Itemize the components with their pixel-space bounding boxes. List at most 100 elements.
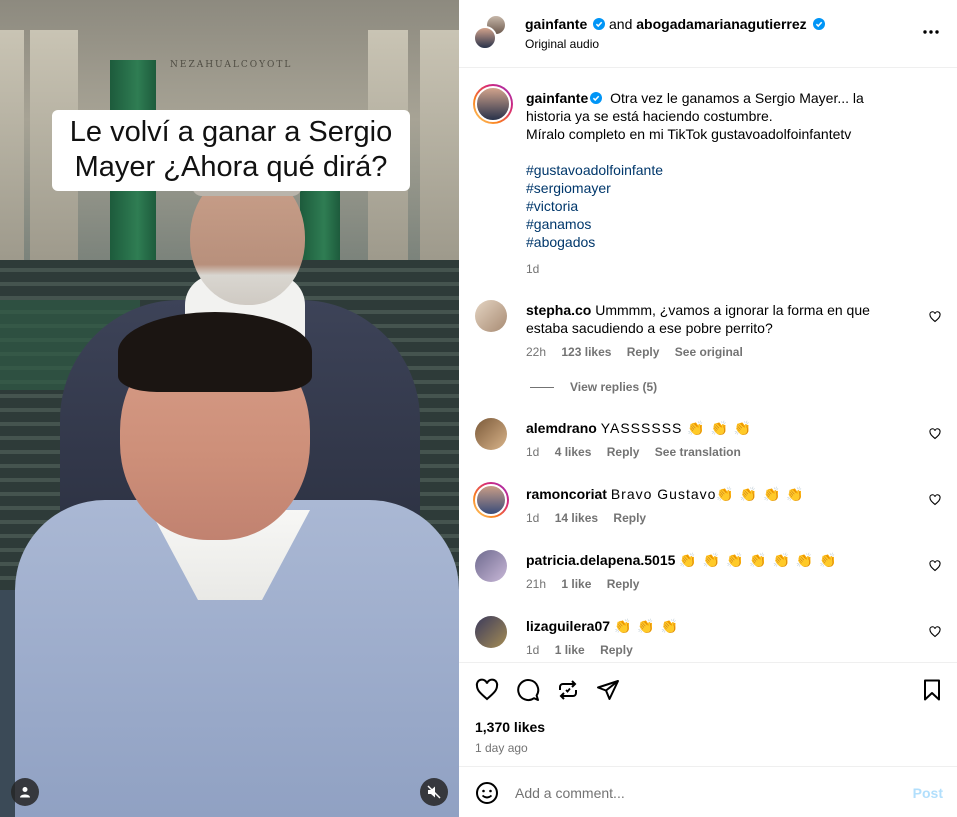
avatar[interactable] [475,300,507,332]
post-comment-button[interactable]: Post [913,785,943,801]
reply-button[interactable]: Reply [613,511,646,525]
like-comment-heart-icon[interactable] [929,626,941,638]
likes-count[interactable]: 14 likes [555,511,598,525]
add-comment-bar: Post [459,766,957,817]
caption-text: gainfante Otra vez le ganamos a Sergio M… [526,89,906,251]
like-comment-heart-icon[interactable] [929,494,941,506]
username-link[interactable]: lizaguilera07 [526,618,610,634]
avatar[interactable] [473,482,509,518]
repost-icon[interactable] [556,678,580,702]
post-caption: gainfante Otra vez le ganamos a Sergio M… [473,84,941,278]
caption-meta: 1d [526,262,551,276]
comment-text: alemdrano YASSSSSS 👏 👏 👏 [526,419,906,437]
post-details-pane: gainfante and abogadamarianagutierrez Or… [459,0,957,817]
username-link[interactable]: ramoncoriat [526,486,607,502]
view-replies-button[interactable]: View replies (5) [530,380,657,394]
instagram-post-view: NEZAHUALCOYOTL Le volví a ganar a Sergio… [0,0,957,817]
like-comment-heart-icon[interactable] [929,311,941,323]
comment-text: stepha.co Ummmm, ¿vamos a ignorar la for… [526,301,896,337]
hashtag-link[interactable]: #ganamos [526,215,906,233]
comment-meta: 22h 123 likes Reply See original [526,345,755,359]
foreground-person-hair [118,312,312,392]
like-comment-heart-icon[interactable] [929,560,941,572]
username-link[interactable]: gainfante [526,90,588,106]
post-timestamp[interactable]: 1 day ago [475,741,528,755]
comment-item: stepha.co Ummmm, ¿vamos a ignorar la for… [475,300,941,410]
avatar[interactable] [475,616,507,648]
avatar[interactable] [475,550,507,582]
emoji-picker-icon[interactable] [475,781,499,805]
timestamp[interactable]: 1d [526,262,539,276]
comment-meta: 1d 4 likes Reply See translation [526,445,753,459]
video-caption-overlay: Le volví a ganar a Sergio Mayer ¿Ahora q… [52,110,410,191]
comment-input[interactable] [515,781,895,805]
collab-usernames: gainfante and abogadamarianagutierrez [525,16,825,32]
reply-button[interactable]: Reply [600,643,633,657]
comments-section[interactable]: gainfante Otra vez le ganamos a Sergio M… [459,68,957,662]
username-link[interactable]: alemdrano [526,420,597,436]
likes-count[interactable]: 1 like [561,577,591,591]
comment-item: lizaguilera07 👏 👏 👏 1d 1 like Reply [475,616,941,662]
reply-button[interactable]: Reply [607,445,640,459]
likes-count[interactable]: 4 likes [555,445,592,459]
post-video[interactable]: NEZAHUALCOYOTL Le volví a ganar a Sergio… [0,0,459,817]
verified-badge-icon [593,18,606,30]
caption-body-line2: Míralo completo en mi TikTok gustavoadol… [526,126,852,142]
bookmark-icon[interactable] [920,678,944,702]
hashtag-link[interactable]: #abogados [526,233,906,251]
comment-body: YASSSSSS 👏 👏 👏 [600,420,753,436]
username-link[interactable]: patricia.delapena.5015 [526,552,675,568]
likes-count[interactable]: 1 like [555,643,585,657]
mute-button[interactable] [420,778,448,806]
post-actions: 1,370 likes 1 day ago [459,662,957,766]
see-original-button[interactable]: See original [675,345,743,359]
collab-avatars[interactable] [473,14,507,50]
conjunction: and [609,16,633,32]
username-link[interactable]: stepha.co [526,302,591,318]
comment-body: 👏 👏 👏 [613,618,680,634]
avatar [473,26,497,50]
like-comment-heart-icon[interactable] [929,428,941,440]
reply-button[interactable]: Reply [607,577,640,591]
comment-icon[interactable] [516,678,540,702]
comment-item: ramoncoriat Bravo Gustavo👏 👏 👏 👏 1d 14 l… [473,482,941,534]
see-translation-button[interactable]: See translation [655,445,741,459]
avatar[interactable] [473,84,513,124]
hashtag-link[interactable]: #gustavoadolfoinfante [526,161,906,179]
comment-text: lizaguilera07 👏 👏 👏 [526,617,906,635]
speaker-muted-icon [427,785,441,799]
avatar[interactable] [475,418,507,450]
heart-icon[interactable] [475,678,499,702]
comment-body: Bravo Gustavo👏 👏 👏 👏 [610,486,805,502]
comment-meta: 21h 1 like Reply [526,577,651,591]
username-link[interactable]: abogadamarianagutierrez [636,16,806,32]
username-link[interactable]: gainfante [525,16,587,32]
likes-count[interactable]: 123 likes [561,345,611,359]
timestamp[interactable]: 21h [526,577,546,591]
comment-body: 👏 👏 👏 👏 👏 👏 👏 [679,552,838,568]
post-header: gainfante and abogadamarianagutierrez Or… [459,0,957,68]
hashtag-link[interactable]: #sergiomayer [526,179,906,197]
timestamp[interactable]: 1d [526,643,539,657]
wall-inscription: NEZAHUALCOYOTL [170,60,293,70]
wall-panel [420,30,459,270]
hashtag-link[interactable]: #victoria [526,197,906,215]
timestamp[interactable]: 1d [526,445,539,459]
share-icon[interactable] [596,678,620,702]
audio-link[interactable]: Original audio [525,37,599,51]
timestamp[interactable]: 1d [526,511,539,525]
person-tag-button[interactable] [11,778,39,806]
comment-item: alemdrano YASSSSSS 👏 👏 👏 1d 4 likes Repl… [475,418,941,468]
verified-badge-icon [590,92,603,104]
verified-badge-icon [812,18,825,30]
wall-panel [0,30,24,270]
comment-meta: 1d 14 likes Reply [526,511,658,525]
comment-text: patricia.delapena.5015 👏 👏 👏 👏 👏 👏 👏 [526,551,906,569]
person-tag-icon [20,787,30,798]
comment-meta: 1d 1 like Reply [526,643,645,657]
reply-button[interactable]: Reply [627,345,660,359]
timestamp[interactable]: 22h [526,345,546,359]
comment-item: patricia.delapena.5015 👏 👏 👏 👏 👏 👏 👏 21h… [475,550,941,600]
likes-count[interactable]: 1,370 likes [475,719,545,735]
more-horizontal-icon[interactable] [921,22,941,42]
